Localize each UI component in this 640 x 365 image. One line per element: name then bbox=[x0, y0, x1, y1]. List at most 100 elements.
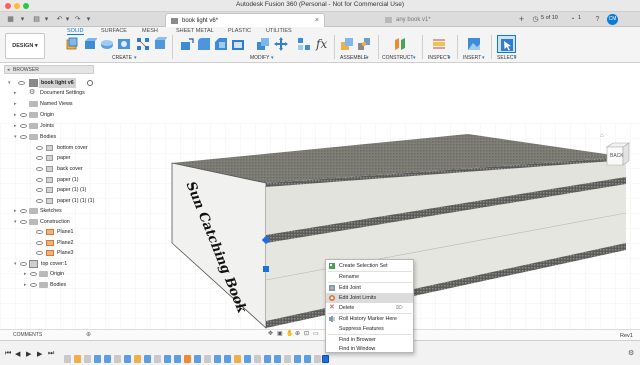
timeline-feature[interactable] bbox=[314, 355, 321, 363]
visibility-eye-icon[interactable] bbox=[20, 124, 27, 128]
visibility-eye-icon[interactable] bbox=[20, 135, 27, 139]
timeline-feature[interactable] bbox=[224, 355, 231, 363]
browser-item-body[interactable]: paper (1) (1) bbox=[24, 185, 94, 195]
visibility-eye-icon[interactable] bbox=[36, 188, 43, 192]
model-scene[interactable]: Sun Catching Book bbox=[0, 63, 640, 340]
activate-radio-icon[interactable] bbox=[87, 80, 93, 86]
display-settings-icon[interactable]: ▭ bbox=[313, 330, 319, 337]
menu-item-edit-joint[interactable]: Edit Joint bbox=[326, 283, 413, 293]
collapse-panel-icon[interactable]: ◂ bbox=[7, 66, 10, 74]
create-menu[interactable]: CREATE bbox=[112, 55, 132, 61]
zoom-icon[interactable]: ⊕ bbox=[295, 330, 300, 337]
help-icon[interactable]: ? bbox=[593, 15, 602, 24]
timeline-feature[interactable] bbox=[154, 355, 161, 363]
browser-item-joints[interactable]: ▸ Joints bbox=[14, 121, 94, 131]
step-back-icon[interactable]: ◀ bbox=[15, 350, 20, 358]
browser-item-named-views[interactable]: ▸ Named Views bbox=[14, 99, 94, 109]
inspect-menu[interactable]: INSPECT bbox=[428, 55, 450, 61]
joint-tool-icon[interactable] bbox=[357, 37, 371, 51]
expand-arrow-icon[interactable]: ▸ bbox=[14, 88, 20, 98]
tab-sheet-metal[interactable]: SHEET METAL bbox=[176, 28, 214, 34]
insert-dropdown-icon[interactable]: ▾ bbox=[482, 55, 485, 61]
visibility-eye-icon[interactable] bbox=[20, 209, 27, 213]
grid-menu-icon[interactable]: ▾ bbox=[18, 15, 27, 24]
timeline-feature[interactable] bbox=[274, 355, 281, 363]
new-component-assemble-icon[interactable] bbox=[340, 37, 354, 51]
pattern-icon[interactable] bbox=[136, 37, 150, 51]
browser-item-root[interactable]: ▾ book light v6 bbox=[8, 78, 94, 88]
visibility-eye-icon[interactable] bbox=[18, 81, 25, 85]
visibility-eye-icon[interactable] bbox=[20, 262, 27, 266]
visibility-eye-icon[interactable] bbox=[20, 113, 27, 117]
orbit-icon[interactable]: ✥ bbox=[268, 330, 273, 337]
timeline-feature[interactable] bbox=[184, 355, 191, 363]
visibility-eye-icon[interactable] bbox=[36, 241, 43, 245]
browser-item-document-settings[interactable]: ▸ ⚙ Document Settings bbox=[14, 88, 94, 98]
timeline-settings-icon[interactable]: ⚙ bbox=[628, 349, 634, 357]
revolve-icon[interactable] bbox=[100, 37, 114, 51]
pan-icon[interactable]: ✋ bbox=[286, 330, 293, 337]
browser-header[interactable]: ◂ BROWSER bbox=[4, 65, 94, 74]
shell-icon[interactable] bbox=[231, 37, 245, 51]
visibility-eye-icon[interactable] bbox=[36, 146, 43, 150]
construct-dropdown-icon[interactable]: ▾ bbox=[413, 55, 416, 61]
browser-item-origin[interactable]: ▸ Origin bbox=[14, 110, 94, 120]
workspace-switcher-button[interactable]: DESIGN ▾ bbox=[5, 33, 45, 59]
timeline-feature[interactable] bbox=[134, 355, 141, 363]
view-cube[interactable]: BACK bbox=[603, 141, 631, 169]
browser-item-plane[interactable]: Plane1 bbox=[24, 227, 94, 237]
select-dropdown-icon[interactable]: ▾ bbox=[514, 55, 517, 61]
comments-toggle-icon[interactable]: ⊕ bbox=[86, 331, 91, 338]
undo-dropdown-icon[interactable]: ▾ bbox=[63, 15, 72, 24]
new-component-icon[interactable] bbox=[65, 37, 79, 51]
browser-item-construction[interactable]: ▾ Construction bbox=[14, 217, 94, 227]
menu-item-roll-history-marker[interactable]: Roll History Marker Here bbox=[326, 314, 413, 324]
timeline-feature[interactable] bbox=[294, 355, 301, 363]
collapse-arrow-icon[interactable]: ▾ bbox=[8, 78, 14, 88]
timeline-feature[interactable] bbox=[164, 355, 171, 363]
browser-item-body[interactable]: paper (1) bbox=[24, 175, 94, 185]
tab-utilities[interactable]: UTILITIES bbox=[266, 28, 292, 34]
move-icon[interactable] bbox=[274, 37, 288, 51]
align-icon[interactable] bbox=[297, 37, 311, 51]
browser-item-body[interactable]: back cover bbox=[24, 164, 94, 174]
browser-item-sketches[interactable]: ▸ Sketches bbox=[14, 206, 94, 216]
timeline-feature[interactable] bbox=[74, 355, 81, 363]
browser-item-body[interactable]: bottom cover bbox=[24, 143, 94, 153]
timeline-feature[interactable] bbox=[234, 355, 241, 363]
home-view-icon[interactable]: ⌂ bbox=[600, 133, 604, 139]
assemble-dropdown-icon[interactable]: ▾ bbox=[366, 55, 369, 61]
construct-menu[interactable]: CONSTRUCT bbox=[382, 55, 413, 61]
visibility-eye-icon[interactable] bbox=[36, 156, 43, 160]
box-icon[interactable] bbox=[153, 37, 167, 51]
redo-dropdown-icon[interactable]: ▾ bbox=[84, 15, 93, 24]
tab-any-book[interactable]: any book v1* bbox=[380, 13, 510, 27]
visibility-eye-icon[interactable] bbox=[36, 199, 43, 203]
notification-icon[interactable]: ◔ bbox=[568, 15, 577, 24]
browser-item-bodies[interactable]: ▸ Bodies bbox=[24, 280, 94, 290]
insert-image-icon[interactable] bbox=[467, 37, 481, 51]
fit-icon[interactable]: ⊡ bbox=[304, 330, 309, 337]
visibility-eye-icon[interactable] bbox=[36, 167, 43, 171]
visibility-eye-icon[interactable] bbox=[36, 251, 43, 255]
user-avatar[interactable]: CM bbox=[607, 14, 618, 25]
timeline-feature[interactable] bbox=[104, 355, 111, 363]
tab-mesh[interactable]: MESH bbox=[142, 28, 158, 34]
browser-item-origin[interactable]: ▸ Origin bbox=[24, 269, 94, 279]
play-icon[interactable]: ▶ bbox=[26, 350, 31, 358]
go-to-start-icon[interactable]: ⏮ bbox=[5, 350, 11, 358]
file-menu-icon[interactable]: ▤ bbox=[32, 15, 41, 24]
timeline-feature[interactable] bbox=[264, 355, 271, 363]
file-dropdown-icon[interactable]: ▾ bbox=[42, 15, 51, 24]
extrude-icon[interactable] bbox=[83, 37, 97, 51]
visibility-eye-icon[interactable] bbox=[36, 230, 43, 234]
canvas-viewport[interactable]: Sun Catching Book BACK ⌂ bbox=[0, 63, 640, 340]
hole-icon[interactable] bbox=[117, 37, 131, 51]
job-status-icon[interactable]: ◷ bbox=[531, 15, 540, 24]
data-panel-icon[interactable]: ▦ bbox=[6, 15, 15, 24]
browser-item-bodies[interactable]: ▾ Bodies bbox=[14, 132, 94, 142]
visibility-eye-icon[interactable] bbox=[20, 220, 27, 224]
tab-plastic[interactable]: PLASTIC bbox=[228, 28, 251, 34]
parameters-icon[interactable]: fx bbox=[316, 37, 330, 51]
redo-icon[interactable]: ↷ bbox=[73, 15, 82, 24]
